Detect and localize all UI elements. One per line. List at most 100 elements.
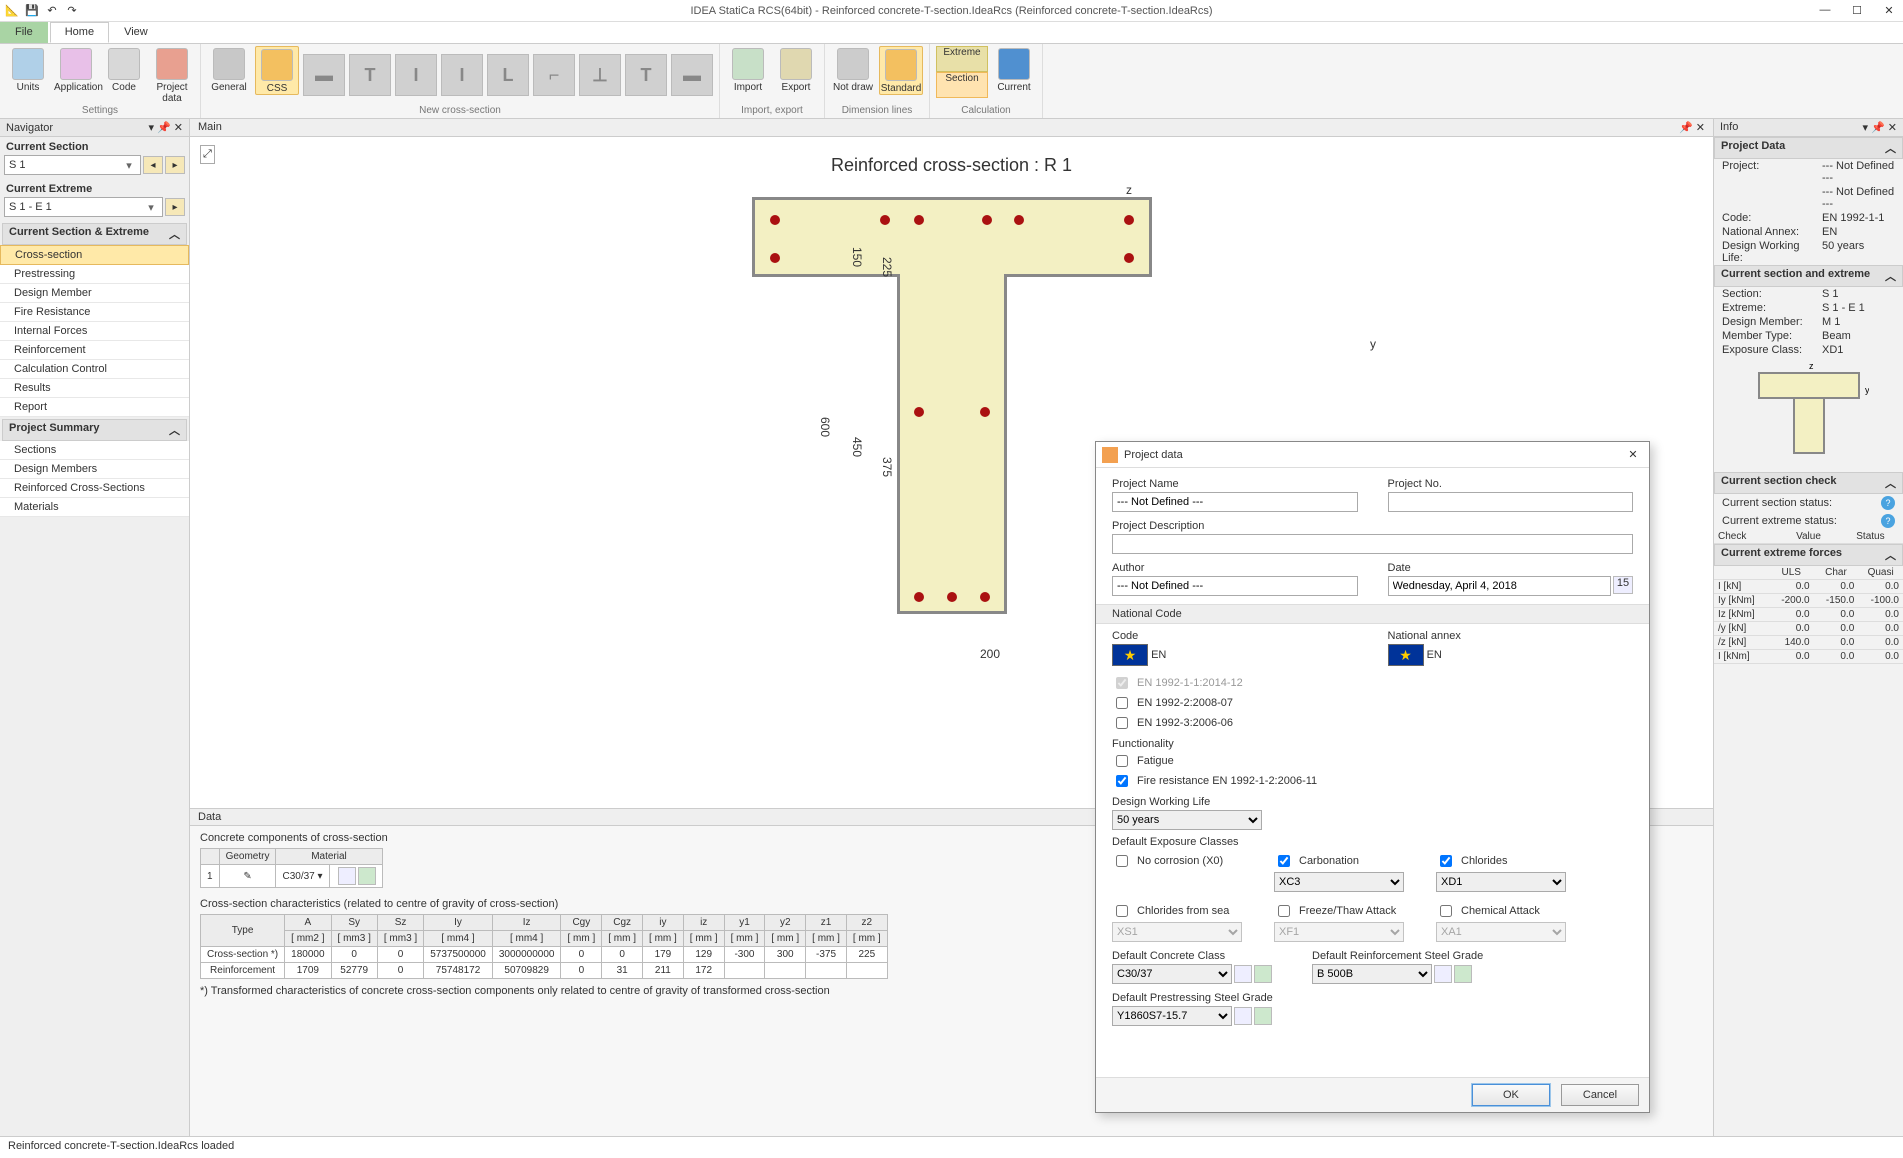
date-input[interactable] — [1388, 576, 1612, 596]
current-section-combo[interactable]: S 1▾ — [4, 155, 141, 175]
group-new-cross-section: New cross-section — [207, 105, 713, 116]
nav-design-members[interactable]: Design Members — [0, 460, 189, 479]
ok-button[interactable]: OK — [1472, 1084, 1550, 1106]
carb-chk[interactable] — [1278, 855, 1290, 867]
nav-prestressing[interactable]: Prestressing — [0, 265, 189, 284]
notdraw-button[interactable]: Not draw — [831, 46, 875, 93]
project-data-button[interactable]: Project data — [150, 46, 194, 104]
drsg-select[interactable]: B 500B — [1312, 964, 1432, 984]
chl-select[interactable]: XD1 — [1436, 872, 1566, 892]
svg-text:y: y — [1865, 385, 1869, 395]
info-pin-icon[interactable]: ▾ 📌 ✕ — [1862, 121, 1897, 134]
chls-chk[interactable] — [1116, 905, 1128, 917]
nav-reinf-cross[interactable]: Reinforced Cross-Sections — [0, 479, 189, 498]
export-button[interactable]: Export — [774, 46, 818, 93]
shape-t2-icon[interactable]: T — [625, 54, 667, 96]
edit-icon[interactable] — [338, 867, 356, 885]
add-icon[interactable] — [1454, 965, 1472, 983]
nav-results[interactable]: Results — [0, 379, 189, 398]
edit-icon[interactable] — [1434, 965, 1452, 983]
shape-i2-icon[interactable]: I — [441, 54, 483, 96]
en1992-2-chk[interactable] — [1116, 697, 1128, 709]
section-button[interactable]: Section — [936, 72, 988, 98]
edit-icon[interactable] — [1234, 965, 1252, 983]
extreme-button[interactable]: Extreme — [936, 46, 988, 72]
nav-calc-control[interactable]: Calculation Control — [0, 360, 189, 379]
current-extreme-combo[interactable]: S 1 - E 1▾ — [4, 197, 163, 217]
material-select[interactable]: C30/37 — [282, 871, 314, 882]
geom-edit[interactable]: ✎ — [219, 865, 276, 888]
nav-report[interactable]: Report — [0, 398, 189, 417]
nav-group-current[interactable]: Current Section & Extreme︿ — [2, 223, 187, 245]
shape-j-icon[interactable]: ⌐ — [533, 54, 575, 96]
ft-chk[interactable] — [1278, 905, 1290, 917]
section-next-icon[interactable]: ▸ — [165, 156, 185, 174]
tab-view[interactable]: View — [109, 22, 163, 43]
add-icon[interactable] — [1254, 1007, 1272, 1025]
add-icon[interactable] — [358, 867, 376, 885]
nav-group-summary[interactable]: Project Summary︿ — [2, 419, 187, 441]
nav-reinforcement[interactable]: Reinforcement — [0, 341, 189, 360]
extreme-next-icon[interactable]: ▸ — [165, 198, 185, 216]
application-button[interactable]: Application — [54, 46, 98, 93]
en1992-3-chk[interactable] — [1116, 717, 1128, 729]
shape-i3-icon[interactable]: ⊥ — [579, 54, 621, 96]
nav-sections[interactable]: Sections — [0, 441, 189, 460]
nav-design-member[interactable]: Design Member — [0, 284, 189, 303]
group-dimension-lines: Dimension lines — [831, 105, 923, 116]
nav-pin-icon[interactable]: ▾ 📌 ✕ — [148, 121, 183, 134]
fatigue-chk[interactable] — [1116, 755, 1128, 767]
fit-view-icon[interactable]: ⤢ — [200, 145, 215, 164]
nav-fire-resistance[interactable]: Fire Resistance — [0, 303, 189, 322]
section-prev-icon[interactable]: ◂ — [143, 156, 163, 174]
nav-cross-section[interactable]: Cross-section — [0, 245, 189, 265]
tab-file[interactable]: File — [0, 22, 48, 43]
shape-rect2-icon[interactable]: ▬ — [671, 54, 713, 96]
import-button[interactable]: Import — [726, 46, 770, 93]
code-button[interactable]: Code — [102, 46, 146, 93]
maximize-icon[interactable]: ☐ — [1847, 4, 1867, 17]
standard-button[interactable]: Standard — [879, 46, 923, 95]
nav-materials[interactable]: Materials — [0, 498, 189, 517]
dwl-select[interactable]: 50 years — [1112, 810, 1262, 830]
project-desc-input[interactable] — [1112, 534, 1633, 554]
close-icon[interactable]: ✕ — [1879, 4, 1899, 17]
minimize-icon[interactable]: — — [1815, 4, 1835, 17]
chl-chk[interactable] — [1440, 855, 1452, 867]
redo-icon[interactable]: ↷ — [64, 3, 80, 19]
edit-icon[interactable] — [1234, 1007, 1252, 1025]
ca-chk[interactable] — [1440, 905, 1452, 917]
nav-internal-forces[interactable]: Internal Forces — [0, 322, 189, 341]
shape-t1-icon[interactable]: T — [349, 54, 391, 96]
css-button[interactable]: CSS — [255, 46, 299, 95]
help-icon[interactable]: ? — [1881, 514, 1895, 528]
chls-select: XS1 — [1112, 922, 1242, 942]
project-no-input[interactable] — [1388, 492, 1634, 512]
add-icon[interactable] — [1254, 965, 1272, 983]
dpsg-select[interactable]: Y1860S7-15.7 — [1112, 1006, 1232, 1026]
undo-icon[interactable]: ↶ — [44, 3, 60, 19]
shape-l-icon[interactable]: L — [487, 54, 529, 96]
units-button[interactable]: Units — [6, 46, 50, 93]
calendar-icon[interactable]: 15 — [1613, 576, 1633, 594]
project-name-input[interactable] — [1112, 492, 1358, 512]
canvas-pin-icon[interactable]: 📌 — [1679, 122, 1693, 134]
dlg-close-icon[interactable]: ✕ — [1623, 448, 1643, 461]
dlg-title: Project data — [1124, 449, 1183, 461]
help-icon[interactable]: ? — [1881, 496, 1895, 510]
shape-rect-icon[interactable]: ▬ — [303, 54, 345, 96]
cancel-button[interactable]: Cancel — [1561, 1084, 1639, 1106]
dcc-select[interactable]: C30/37 — [1112, 964, 1232, 984]
current-extreme-label: Current Extreme — [0, 179, 189, 197]
x0-chk[interactable] — [1116, 855, 1128, 867]
canvas-close-icon[interactable]: ✕ — [1696, 122, 1705, 134]
author-input[interactable] — [1112, 576, 1358, 596]
carb-select[interactable]: XC3 — [1274, 872, 1404, 892]
save-icon[interactable]: 💾 — [24, 3, 40, 19]
tab-home[interactable]: Home — [50, 22, 109, 43]
fire-chk[interactable] — [1116, 775, 1128, 787]
current-button[interactable]: Current — [992, 46, 1036, 93]
general-button[interactable]: General — [207, 46, 251, 93]
main-tab[interactable]: Main — [198, 121, 222, 134]
shape-i1-icon[interactable]: I — [395, 54, 437, 96]
